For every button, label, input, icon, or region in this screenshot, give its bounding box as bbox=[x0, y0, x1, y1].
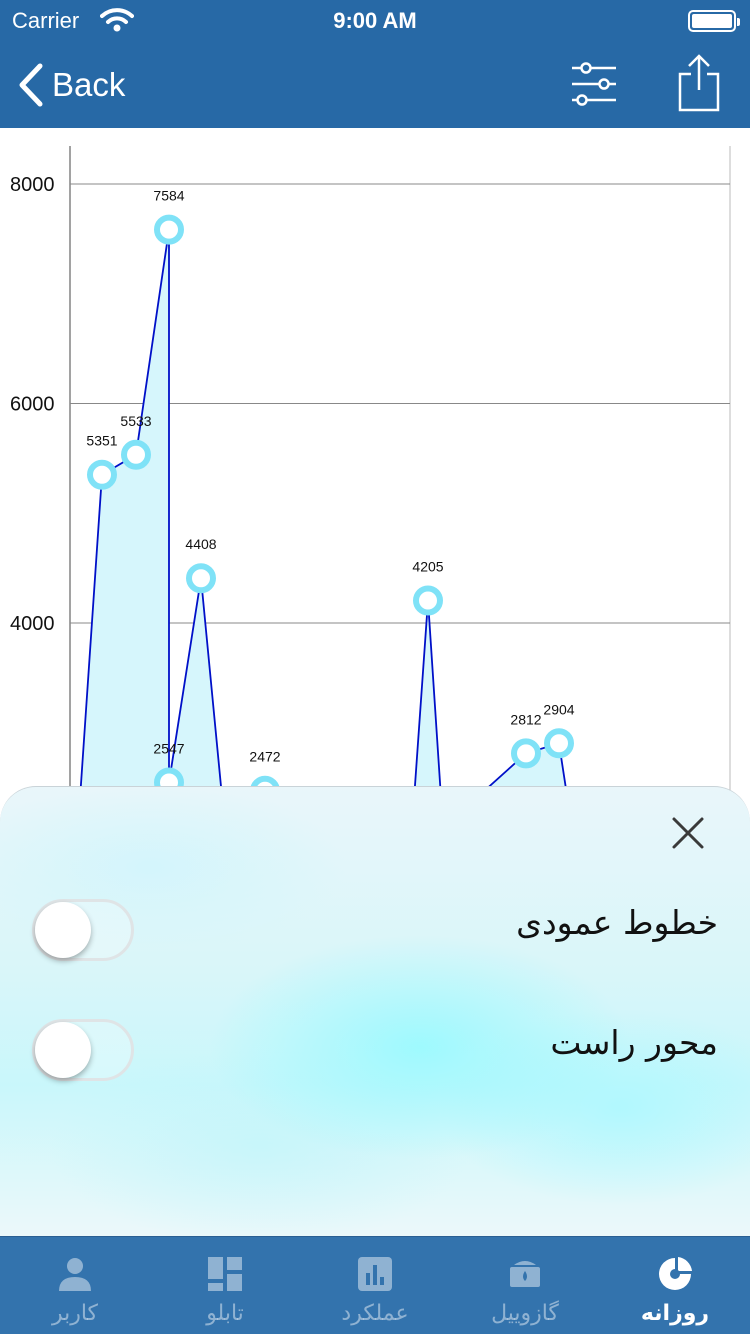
option-label: محور راست bbox=[550, 1023, 718, 1062]
option-vertical-lines: خطوط عمودی bbox=[0, 889, 750, 969]
data-label: 4408 bbox=[185, 536, 216, 552]
data-point bbox=[154, 214, 184, 245]
chart-area bbox=[77, 229, 573, 828]
y-tick-label: 6000 bbox=[10, 394, 55, 416]
line-chart: 4000 6000 8000 53515533 7584 2547 4408 2472 420… bbox=[10, 146, 731, 828]
status-time: 9:00 AM bbox=[333, 8, 417, 33]
y-tick-label: 4000 bbox=[10, 613, 55, 635]
tab-label: گازوییل bbox=[491, 1301, 559, 1326]
data-point bbox=[511, 738, 541, 769]
fuel-tank-icon bbox=[510, 1261, 540, 1287]
data-point bbox=[186, 563, 216, 594]
toggle-knob bbox=[35, 1022, 91, 1078]
pie-chart-icon bbox=[659, 1257, 692, 1290]
tab-dashboard[interactable]: تابلو bbox=[150, 1237, 300, 1334]
area-fill bbox=[78, 229, 572, 828]
tab-performance[interactable]: عملکرد bbox=[300, 1237, 450, 1334]
close-icon[interactable] bbox=[670, 815, 706, 851]
data-point bbox=[87, 459, 117, 490]
right-axis-toggle[interactable] bbox=[32, 1019, 134, 1081]
tab-label: عملکرد bbox=[341, 1301, 409, 1326]
battery-icon bbox=[688, 10, 740, 32]
data-label: 5351 bbox=[86, 433, 117, 449]
dashboard-icon bbox=[208, 1257, 242, 1291]
user-icon bbox=[59, 1258, 91, 1291]
data-label: 2904 bbox=[543, 701, 574, 717]
y-tick-label: 8000 bbox=[10, 174, 55, 196]
tab-user[interactable]: کاربر bbox=[0, 1237, 150, 1334]
tab-daily[interactable]: روزانه bbox=[600, 1237, 750, 1334]
toggle-knob bbox=[35, 902, 91, 958]
data-point bbox=[413, 585, 443, 616]
share-icon[interactable] bbox=[674, 52, 724, 114]
navigation-bar: Carrier 9:00 AM Back bbox=[0, 0, 750, 128]
option-right-axis: محور راست bbox=[0, 1009, 750, 1089]
back-label: Back bbox=[52, 66, 126, 103]
data-point bbox=[121, 439, 151, 470]
tab-label: تابلو bbox=[206, 1301, 244, 1326]
tab-label: کاربر bbox=[51, 1301, 99, 1326]
back-button[interactable]: Back bbox=[16, 60, 125, 110]
chevron-left-icon bbox=[19, 63, 43, 107]
tab-label: روزانه bbox=[640, 1301, 710, 1326]
bar-chart-icon bbox=[358, 1257, 392, 1291]
data-label: 7584 bbox=[153, 188, 184, 204]
chart-options-sheet: خطوط عمودی محور راست bbox=[0, 786, 750, 1246]
tab-diesel[interactable]: گازوییل bbox=[450, 1237, 600, 1334]
data-point bbox=[544, 728, 574, 759]
data-label: 2472 bbox=[249, 749, 280, 765]
data-label: 5533 bbox=[120, 413, 151, 429]
data-label: 2812 bbox=[510, 711, 541, 727]
option-label: خطوط عمودی bbox=[516, 903, 718, 942]
status-bar: Carrier 9:00 AM bbox=[0, 0, 750, 40]
sliders-icon[interactable] bbox=[566, 56, 622, 112]
vertical-lines-toggle[interactable] bbox=[32, 899, 134, 961]
tab-bar: روزانه گازوییل عملکرد تابلو کاربر bbox=[0, 1236, 750, 1334]
data-label: 2547 bbox=[153, 740, 184, 756]
data-label: 4205 bbox=[412, 559, 443, 575]
